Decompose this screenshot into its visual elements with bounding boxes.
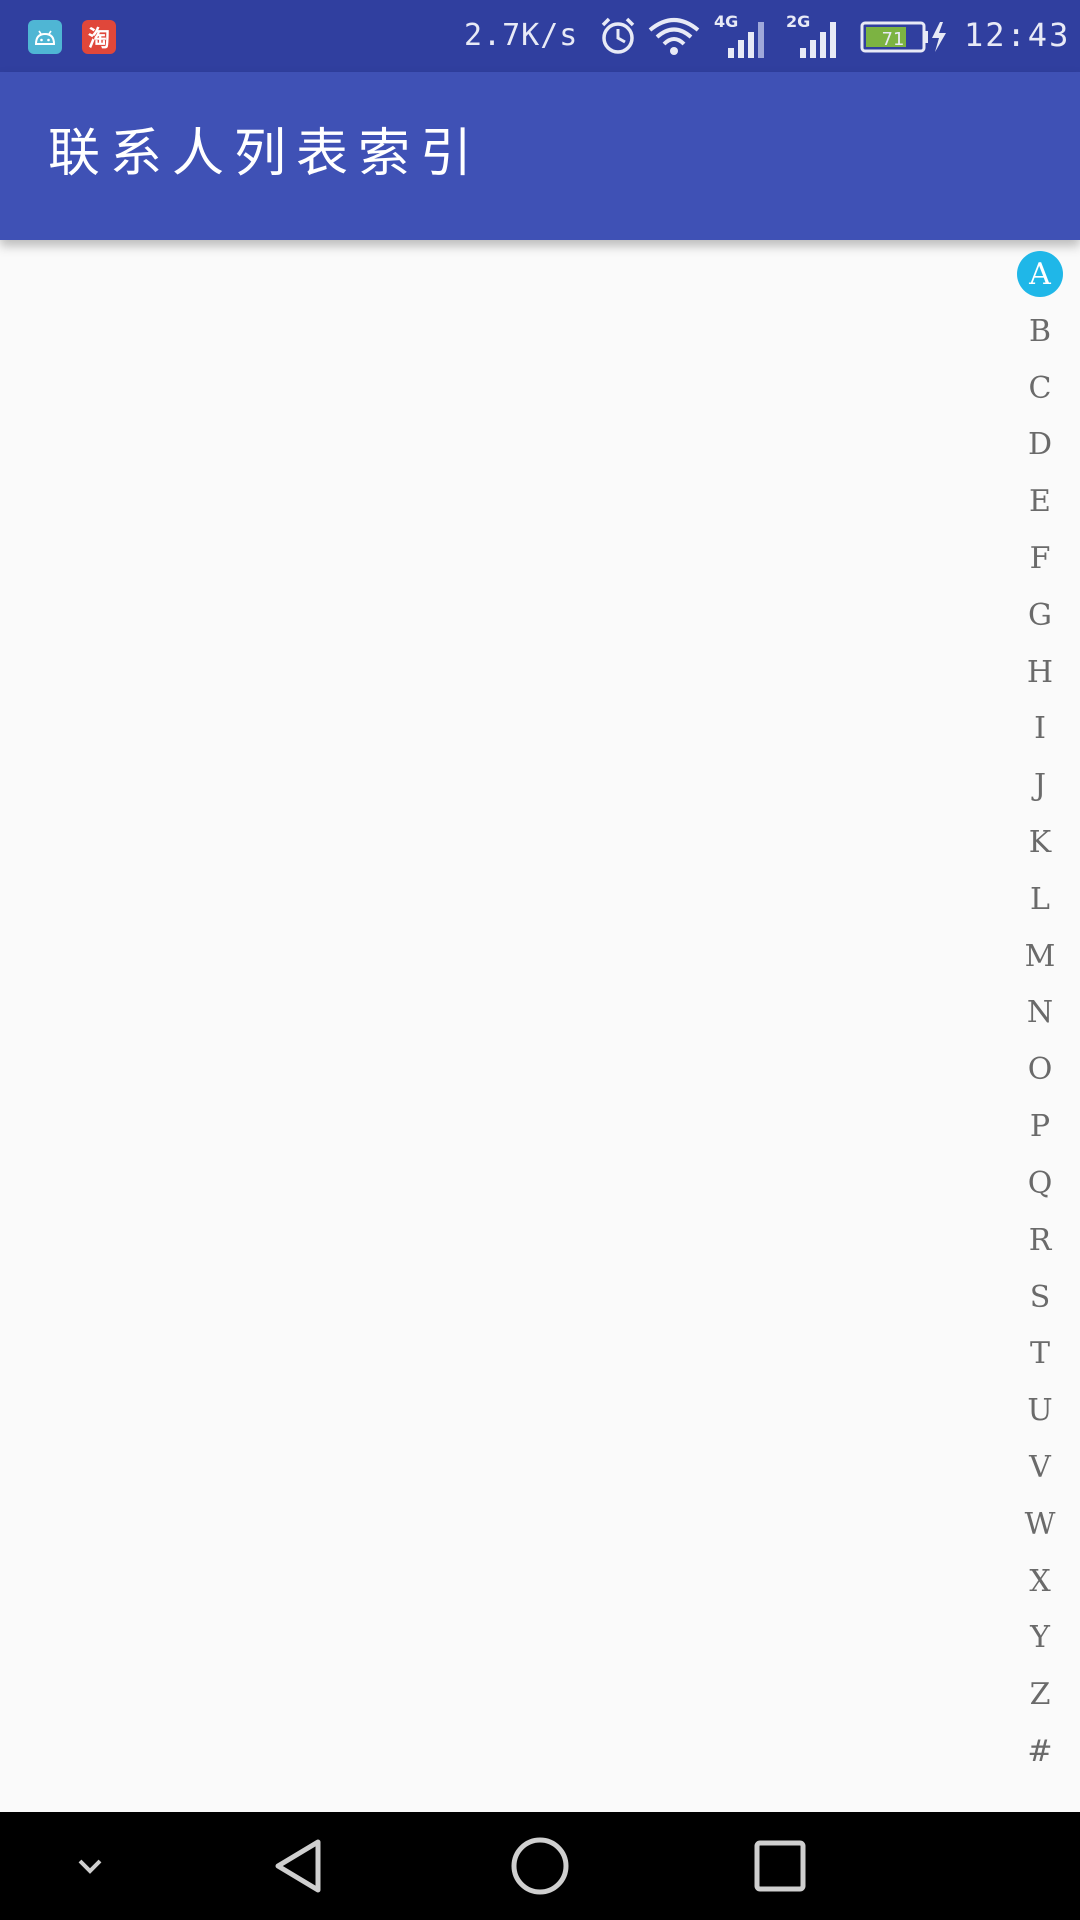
index-letter-label: A	[1017, 251, 1063, 298]
index-letter-f[interactable]: F	[1012, 530, 1068, 587]
index-letter-label: X	[1029, 1563, 1051, 1599]
index-letter-label: H	[1026, 654, 1054, 690]
index-letter-label: #	[1027, 1734, 1053, 1770]
index-letter-label: U	[1027, 1393, 1053, 1429]
index-letter-label: O	[1027, 1052, 1053, 1088]
recent-square-icon	[754, 1840, 806, 1892]
svg-text:71: 71	[882, 29, 905, 50]
svg-text:4G: 4G	[714, 14, 738, 31]
index-letter-label: N	[1026, 995, 1054, 1031]
index-letter-w[interactable]: W	[1012, 1496, 1068, 1553]
index-letter-t[interactable]: T	[1012, 1325, 1068, 1382]
index-letter-label: G	[1028, 597, 1052, 633]
index-letter-label: Q	[1027, 1165, 1053, 1201]
index-letter-c[interactable]: C	[1012, 360, 1068, 417]
index-letter-y[interactable]: Y	[1012, 1610, 1068, 1667]
index-letter-l[interactable]: L	[1012, 871, 1068, 928]
index-letter-j[interactable]: J	[1012, 757, 1068, 814]
index-letter-g[interactable]: G	[1012, 587, 1068, 644]
index-letter-label: I	[1034, 711, 1046, 747]
signal-2g-icon: 2G	[786, 12, 848, 64]
home-button[interactable]	[510, 1836, 570, 1896]
index-letter-z[interactable]: Z	[1012, 1666, 1068, 1723]
index-letter-o[interactable]: O	[1012, 1041, 1068, 1098]
back-button[interactable]	[270, 1836, 330, 1896]
index-letter-a[interactable]: A	[1012, 246, 1068, 303]
index-letter-label: D	[1027, 427, 1053, 463]
index-letter-label: T	[1029, 1336, 1050, 1372]
index-letter-x[interactable]: X	[1012, 1553, 1068, 1610]
index-letter-q[interactable]: Q	[1012, 1155, 1068, 1212]
page-title: 联系人列表索引	[48, 124, 483, 184]
index-letter-b[interactable]: B	[1012, 303, 1068, 360]
index-letter-label: M	[1024, 938, 1056, 974]
index-letter-label: Z	[1029, 1677, 1051, 1713]
index-letter-label: S	[1029, 1279, 1051, 1315]
contact-list[interactable]	[0, 240, 1080, 1812]
index-letter-d[interactable]: D	[1012, 416, 1068, 473]
index-letter-label: F	[1029, 540, 1051, 576]
status-bar: 淘 2.7K/s 4G 2G 71 12:43	[0, 0, 1080, 72]
alarm-icon	[598, 14, 638, 62]
recent-apps-button[interactable]	[750, 1836, 810, 1896]
back-triangle-icon	[275, 1839, 321, 1893]
index-letter-s[interactable]: S	[1012, 1269, 1068, 1326]
network-speed: 2.7K/s	[464, 18, 579, 53]
index-letter-label: L	[1030, 881, 1050, 917]
index-letter-r[interactable]: R	[1012, 1212, 1068, 1269]
index-letter-v[interactable]: V	[1012, 1439, 1068, 1496]
index-letter-e[interactable]: E	[1012, 473, 1068, 530]
svg-text:2G: 2G	[786, 14, 810, 31]
index-letter-label: K	[1028, 825, 1052, 861]
index-letter-k[interactable]: K	[1012, 814, 1068, 871]
battery-icon: 71	[860, 20, 950, 58]
index-letter-n[interactable]: N	[1012, 985, 1068, 1042]
index-letter-u[interactable]: U	[1012, 1382, 1068, 1439]
index-letter-m[interactable]: M	[1012, 928, 1068, 985]
index-letter-label: J	[1033, 768, 1047, 804]
index-letter-label: W	[1024, 1506, 1056, 1542]
index-letter-h[interactable]: H	[1012, 644, 1068, 701]
index-letter-label: R	[1028, 1222, 1052, 1258]
chevron-down-icon	[78, 1859, 102, 1874]
index-letter-label: E	[1029, 484, 1051, 520]
index-letter-label: P	[1029, 1109, 1051, 1145]
taobao-icon: 淘	[82, 20, 116, 54]
android-debug-icon	[28, 20, 62, 54]
signal-4g-icon: 4G	[714, 12, 776, 64]
wifi-icon	[646, 14, 702, 62]
index-letter-label: C	[1028, 370, 1052, 406]
navigation-bar	[0, 1812, 1080, 1920]
alphabet-index-bar[interactable]: A B C D E F G H I J K L M N O P Q R S T U V W X Y Z #	[1012, 246, 1068, 1780]
index-letter-label: Y	[1030, 1620, 1050, 1656]
index-letter-p[interactable]: P	[1012, 1098, 1068, 1155]
index-letter-label: B	[1028, 313, 1052, 349]
index-letter-label: V	[1029, 1449, 1051, 1485]
home-circle-icon	[511, 1837, 569, 1895]
hide-nav-button[interactable]	[60, 1836, 120, 1896]
clock: 12:43	[964, 16, 1071, 54]
app-bar: 联系人列表索引	[0, 72, 1080, 240]
index-letter-i[interactable]: I	[1012, 701, 1068, 758]
index-letter-hash[interactable]: #	[1012, 1723, 1068, 1780]
